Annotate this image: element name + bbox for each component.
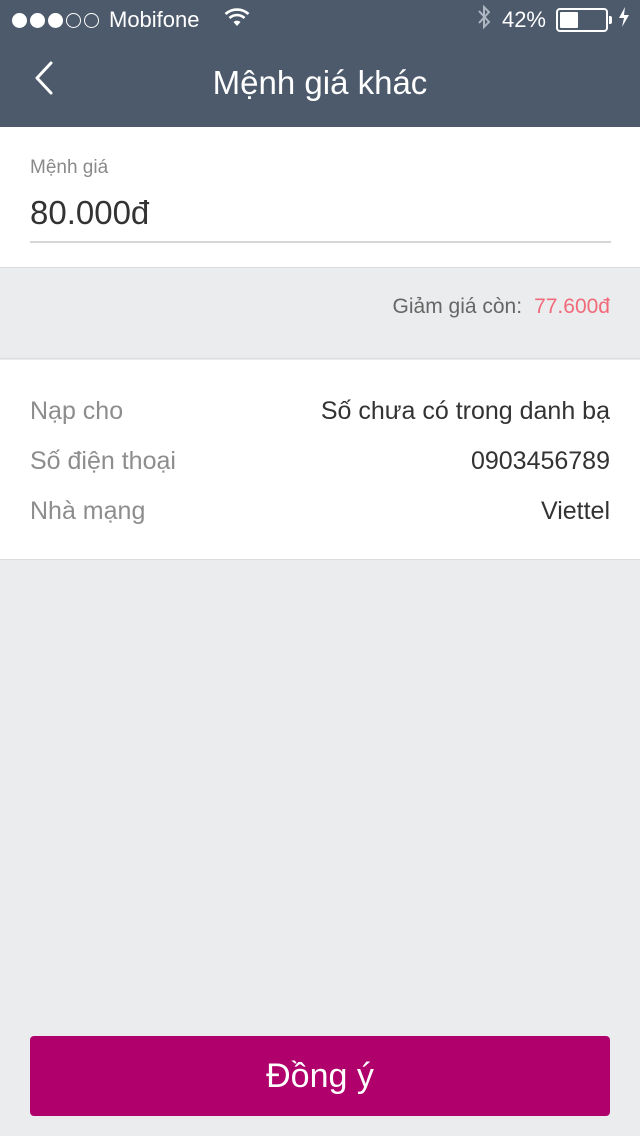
signal-dot [66, 12, 81, 28]
discount-section: Giảm giá còn: 77.600đ [0, 268, 640, 359]
carrier-name: Mobifone [109, 7, 200, 32]
wifi-icon [224, 8, 250, 34]
amount-label: Mệnh giá [30, 157, 109, 178]
amount-input[interactable] [30, 185, 611, 243]
signal-dot [12, 12, 27, 28]
status-right: 42% [476, 4, 630, 36]
discount-label: Giảm giá còn: [392, 295, 523, 318]
battery-percent: 42% [501, 7, 546, 32]
info-row-carrier: Nhà mạng Viettel [30, 491, 610, 531]
info-section: Nạp cho Số chưa có trong danh bạ Số điện… [0, 360, 640, 560]
status-bar: Mobifone 42% [0, 0, 640, 40]
info-value: 0903456789 [470, 446, 610, 475]
amount-section: Mệnh giá [0, 127, 640, 268]
discount-value: 77.600đ [534, 295, 610, 318]
signal-dot [84, 12, 99, 28]
status-left: Mobifone [12, 6, 200, 34]
bluetooth-icon [476, 4, 492, 36]
signal-strength-icon [12, 12, 99, 28]
info-row-phone: Số điện thoại 0903456789 [30, 441, 610, 481]
discount-row: Giảm giá còn: 77.600đ [393, 295, 610, 319]
navigation-bar: Mệnh giá khác [0, 40, 640, 127]
charging-icon [618, 6, 630, 34]
info-label: Nạp cho [30, 396, 124, 425]
header: Mobifone 42% Mệnh giá khác [0, 0, 640, 127]
info-label: Nhà mạng [30, 496, 146, 525]
battery-icon [556, 8, 612, 32]
info-row-recipient: Nạp cho Số chưa có trong danh bạ [30, 391, 610, 431]
info-value: Viettel [540, 496, 610, 525]
signal-dot [48, 12, 63, 28]
battery-level-fill [560, 12, 579, 28]
info-label: Số điện thoại [30, 446, 176, 475]
confirm-button[interactable]: Đồng ý [30, 1036, 610, 1116]
signal-dot [30, 12, 45, 28]
info-value: Số chưa có trong danh bạ [320, 396, 610, 425]
page-title: Mệnh giá khác [212, 64, 428, 101]
